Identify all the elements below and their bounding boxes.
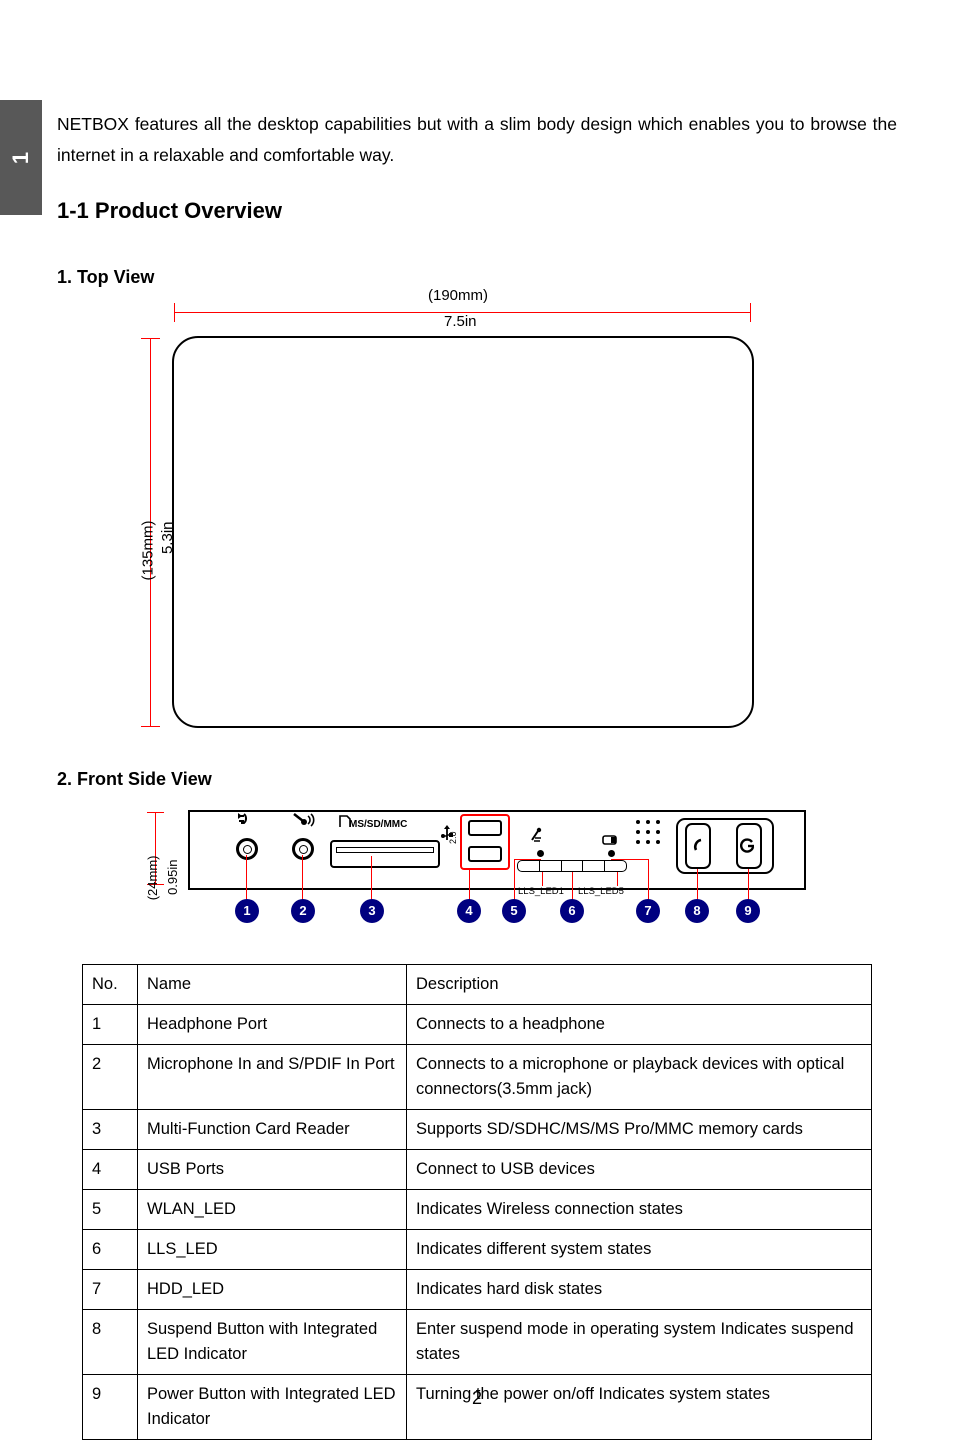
table-cell-name: Multi-Function Card Reader [137, 1109, 407, 1150]
lls-led-first-label: LLS_LED1 [518, 886, 564, 897]
width-tick-left [174, 303, 175, 322]
lls-led-segment [562, 861, 584, 871]
wlan-icon [531, 827, 542, 842]
front-height-tick-top [147, 812, 164, 813]
callout-badge-7: 7 [636, 899, 660, 923]
front-height-label-in: 0.95in [164, 856, 182, 898]
callout-leader-1 [246, 855, 247, 903]
table-cell-description: Supports SD/SDHC/MS/MS Pro/MMC memory ca… [406, 1109, 872, 1150]
table-cell-no: 8 [82, 1309, 138, 1375]
table-row: 3 Multi-Function Card Reader Supports SD/S… [82, 1109, 872, 1150]
page-number: 2 [471, 1388, 482, 1408]
lls-led-last-label: LLS_LED5 [578, 886, 624, 897]
table-cell-name: Headphone Port [137, 1004, 407, 1045]
callout-leader-2 [302, 855, 303, 903]
power-icon [740, 838, 755, 853]
table-cell-description: Connects to a headphone [406, 1004, 872, 1045]
hdd-icon [602, 835, 617, 845]
callout-badge-1: 1 [235, 899, 259, 923]
device-top-outline [172, 336, 754, 728]
lls-led-strip [517, 860, 627, 872]
table-cell-no: 1 [82, 1004, 138, 1045]
callout-leader-3 [371, 856, 372, 903]
table-cell-no: 7 [82, 1269, 138, 1310]
callout-leader-9 [748, 869, 749, 903]
table-row: 7 HDD_LED Indicates hard disk states [82, 1269, 872, 1310]
table-cell-no: 6 [82, 1229, 138, 1270]
table-cell-name: WLAN_LED [137, 1189, 407, 1230]
page-title: 1-1 Product Overview [57, 198, 282, 224]
width-label-in: 7.5in [440, 313, 481, 330]
table-cell-no: 5 [82, 1189, 138, 1230]
card-slot-inner [336, 847, 434, 853]
specification-table: No. Name Description 1 Headphone Port Connect… [82, 964, 872, 1440]
table-header-no: No. [82, 964, 138, 1005]
usb-version-label: 2.0 [448, 831, 458, 844]
callout-leader-5 [514, 860, 515, 903]
callout-leader-7 [648, 859, 649, 903]
table-header-name: Name [137, 964, 407, 1005]
wlan-led-indicator [537, 850, 544, 857]
height-label-mm: (135mm) [139, 520, 157, 581]
table-row: 6 LLS_LED Indicates different system state… [82, 1229, 872, 1270]
callout-badge-2: 2 [291, 899, 315, 923]
headphone-port-jack[interactable] [236, 838, 258, 860]
table-row: 4 USB Ports Connect to USB devices [82, 1149, 872, 1190]
callout-badge-9: 9 [736, 899, 760, 923]
callout-badge-6: 6 [560, 899, 584, 923]
table-cell-description: Indicates different system states [406, 1229, 872, 1270]
chapter-tab: 1 [0, 100, 42, 215]
lls-led-segment [605, 861, 626, 871]
table-cell-no: 3 [82, 1109, 138, 1150]
speaker-grille-icon [636, 820, 663, 847]
width-tick-right [750, 303, 751, 322]
front-height-label-mm: (24mm) [144, 855, 160, 901]
card-reader-slot[interactable] [330, 840, 440, 868]
table-cell-description: Enter suspend mode in operating system I… [406, 1309, 872, 1375]
table-cell-name: Suspend Button with Integrated LED Indic… [137, 1309, 407, 1375]
table-header-description: Description [406, 964, 872, 1005]
table-cell-description: Connects to a microphone or playback dev… [406, 1044, 872, 1110]
table-cell-no: 4 [82, 1149, 138, 1190]
table-row: 2 Microphone In and S/PDIF In Port Connect… [82, 1044, 872, 1110]
moon-icon [694, 838, 702, 851]
table-cell-name: HDD_LED [137, 1269, 407, 1310]
table-row: 8 Suspend Button with Integrated LED Indi… [82, 1309, 872, 1375]
table-cell-name: Microphone In and S/PDIF In Port [137, 1044, 407, 1110]
headphone-icon [238, 813, 247, 824]
lls-led1-leader [542, 872, 543, 886]
heading-top-view: 1. Top View [57, 267, 155, 287]
table-row: 1 Headphone Port Connects to a headphone [82, 1004, 872, 1045]
table-cell-description: Indicates hard disk states [406, 1269, 872, 1310]
hdd-led-indicator [608, 850, 615, 857]
table-header-row: No. Name Description [82, 964, 872, 1005]
callout-badge-5: 5 [502, 899, 526, 923]
lls-led5-leader [617, 872, 618, 886]
table-cell-name: LLS_LED [137, 1229, 407, 1270]
microphone-port-jack[interactable] [292, 838, 314, 860]
table-cell-name: USB Ports [137, 1149, 407, 1190]
callout-badge-4: 4 [457, 899, 481, 923]
table-row: 5 WLAN_LED Indicates Wireless connection s… [82, 1189, 872, 1230]
heading-front-side-view: 2. Front Side View [57, 769, 212, 789]
width-label-mm: (190mm) [424, 287, 493, 304]
usb-port-top[interactable] [468, 820, 502, 836]
intro-paragraph: NETBOX features all the desktop capabili… [57, 113, 897, 165]
chapter-tab-number: 1 [8, 151, 33, 164]
table-cell-no: 2 [82, 1044, 138, 1110]
microphone-icon [293, 813, 315, 827]
lls-led-segment [583, 861, 606, 871]
callout-badge-3: 3 [360, 899, 384, 923]
height-tick-bottom [141, 726, 160, 727]
table-cell-description: Indicates Wireless connection states [406, 1189, 872, 1230]
card-reader-label: MS/SD/MMC [349, 819, 408, 830]
lls-led-segment [518, 861, 540, 871]
height-tick-top [141, 338, 160, 339]
usb-port-bottom[interactable] [468, 846, 502, 862]
callout-leader-7-h [611, 859, 649, 860]
lls-led-segment [540, 861, 562, 871]
callout-leader-8 [697, 869, 698, 903]
callout-badge-8: 8 [685, 899, 709, 923]
table-cell-description: Connect to USB devices [406, 1149, 872, 1190]
